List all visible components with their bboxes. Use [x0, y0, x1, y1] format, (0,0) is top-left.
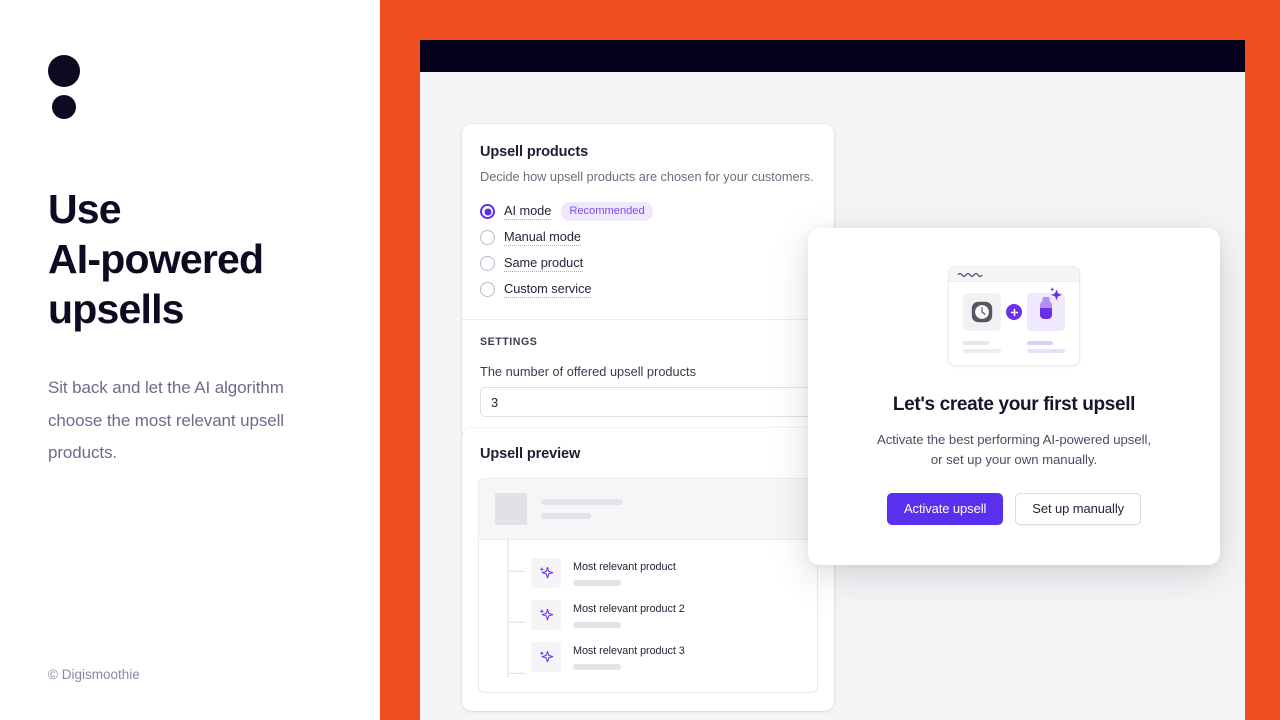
set-up-manually-button[interactable]: Set up manually [1015, 492, 1142, 525]
preview-price-placeholder-2 [573, 621, 621, 628]
radio-option-custom-service[interactable]: Custom service [480, 277, 816, 302]
preview-product-text-placeholder [541, 499, 623, 519]
page-headline: Use AI-powered upsells [48, 184, 348, 334]
app-browser-frame: Upsell products Decide how upsell produc… [420, 40, 1245, 720]
squiggle-icon [957, 272, 983, 277]
preview-row-3: Most relevant product 3 [479, 636, 817, 678]
upsell-mode-radio-group: AI mode Recommended Manual mode Same pro… [480, 199, 816, 319]
radio-option-manual-mode[interactable]: Manual mode [480, 225, 816, 250]
upsell-preview-frame: Most relevant product Most relevant prod… [478, 478, 818, 693]
digismoothie-logo [48, 55, 82, 123]
copyright-text: © Digismoothie [48, 667, 140, 682]
modal-description: Activate the best performing AI-powered … [842, 430, 1186, 471]
upsell-products-card: Upsell products Decide how upsell produc… [462, 124, 834, 439]
upsell-preview-title: Upsell preview [480, 446, 581, 462]
bottle-icon [1027, 287, 1065, 331]
preview-row-2: Most relevant product 2 [479, 594, 817, 636]
preview-row-3-text: Most relevant product 3 [573, 645, 685, 670]
modal-description-line-1: Activate the best performing AI-powered … [876, 432, 1151, 447]
illustration-body [949, 282, 1079, 365]
preview-upsell-rows: Most relevant product Most relevant prod… [479, 540, 817, 692]
upsell-bundle-illustration [948, 266, 1080, 366]
upsell-products-description: Decide how upsell products are chosen fo… [480, 169, 814, 184]
placeholder-line [963, 349, 1001, 353]
modal-illustration-wrapper [842, 266, 1186, 366]
upsell-preview-card: Upsell preview Most relevant product Mos… [462, 428, 834, 711]
logo-dot-small [52, 95, 76, 119]
settings-section: SETTINGS The number of offered upsell pr… [462, 320, 834, 439]
browser-topbar [420, 40, 1245, 72]
radio-label-manual-mode: Manual mode [504, 229, 581, 246]
modal-action-buttons: Activate upsell Set up manually [842, 492, 1186, 525]
illustration-product-pair [959, 287, 1069, 331]
preview-product-name-1: Most relevant product [573, 560, 676, 573]
activate-upsell-button[interactable]: Activate upsell [886, 492, 1004, 525]
preview-price-placeholder-3 [573, 663, 621, 670]
first-upsell-modal: Let's create your first upsell Activate … [808, 228, 1220, 565]
illustration-lines-left [963, 341, 1001, 353]
preview-product-name-2: Most relevant product 2 [573, 602, 685, 615]
radio-indicator-manual-mode[interactable] [480, 230, 495, 245]
preview-product-thumbnail-placeholder [495, 493, 527, 525]
placeholder-bar-title [541, 499, 623, 505]
headline-line-3: upsells [48, 286, 184, 333]
radio-label-same-product: Same product [504, 255, 584, 272]
radio-option-ai-mode[interactable]: AI mode Recommended [480, 199, 816, 224]
preview-price-placeholder-1 [573, 579, 621, 586]
radio-label-ai-mode: AI mode [504, 203, 552, 220]
upsell-count-field-label: The number of offered upsell products [480, 364, 697, 379]
logo-dot-large [48, 55, 80, 87]
left-marketing-panel: Use AI-powered upsells Sit back and let … [0, 0, 380, 720]
headline-line-2: AI-powered [48, 236, 264, 283]
plus-icon [1006, 304, 1022, 320]
illustration-placeholder-lines [959, 341, 1069, 353]
placeholder-line [963, 341, 989, 345]
illustration-window-bar [949, 267, 1079, 282]
page-root: Use AI-powered upsells Sit back and let … [0, 0, 1280, 720]
radio-indicator-same-product[interactable] [480, 256, 495, 271]
app-content-area: Upsell products Decide how upsell produc… [420, 72, 1245, 720]
radio-indicator-custom-service[interactable] [480, 282, 495, 297]
sparkle-icon [531, 600, 561, 630]
sparkle-icon [531, 642, 561, 672]
settings-section-title: SETTINGS [480, 336, 538, 348]
placeholder-bar-subtitle [541, 513, 591, 519]
illustration-lines-right [1027, 341, 1065, 353]
radio-option-same-product[interactable]: Same product [480, 251, 816, 276]
modal-description-line-2: or set up your own manually. [930, 452, 1098, 468]
upsell-products-title: Upsell products [480, 144, 589, 160]
preview-product-name-3: Most relevant product 3 [573, 644, 685, 657]
radio-label-custom-service: Custom service [504, 281, 592, 298]
preview-row-1: Most relevant product [479, 552, 817, 594]
orange-stage: Upsell products Decide how upsell produc… [380, 0, 1280, 720]
preview-cart-header [479, 479, 817, 540]
sparkle-icon [531, 558, 561, 588]
upsell-count-input[interactable]: 3 [480, 387, 816, 417]
preview-row-1-text: Most relevant product [573, 561, 676, 586]
modal-title: Let's create your first upsell [892, 394, 1136, 415]
watch-icon [963, 293, 1001, 331]
preview-row-2-text: Most relevant product 2 [573, 603, 685, 628]
page-subheadline: Sit back and let the AI algorithm choose… [48, 378, 284, 463]
placeholder-line [1027, 341, 1053, 345]
placeholder-line [1027, 349, 1065, 353]
badge-recommended: Recommended [561, 202, 653, 221]
radio-indicator-ai-mode[interactable] [480, 204, 495, 219]
headline-line-1: Use [48, 186, 122, 232]
